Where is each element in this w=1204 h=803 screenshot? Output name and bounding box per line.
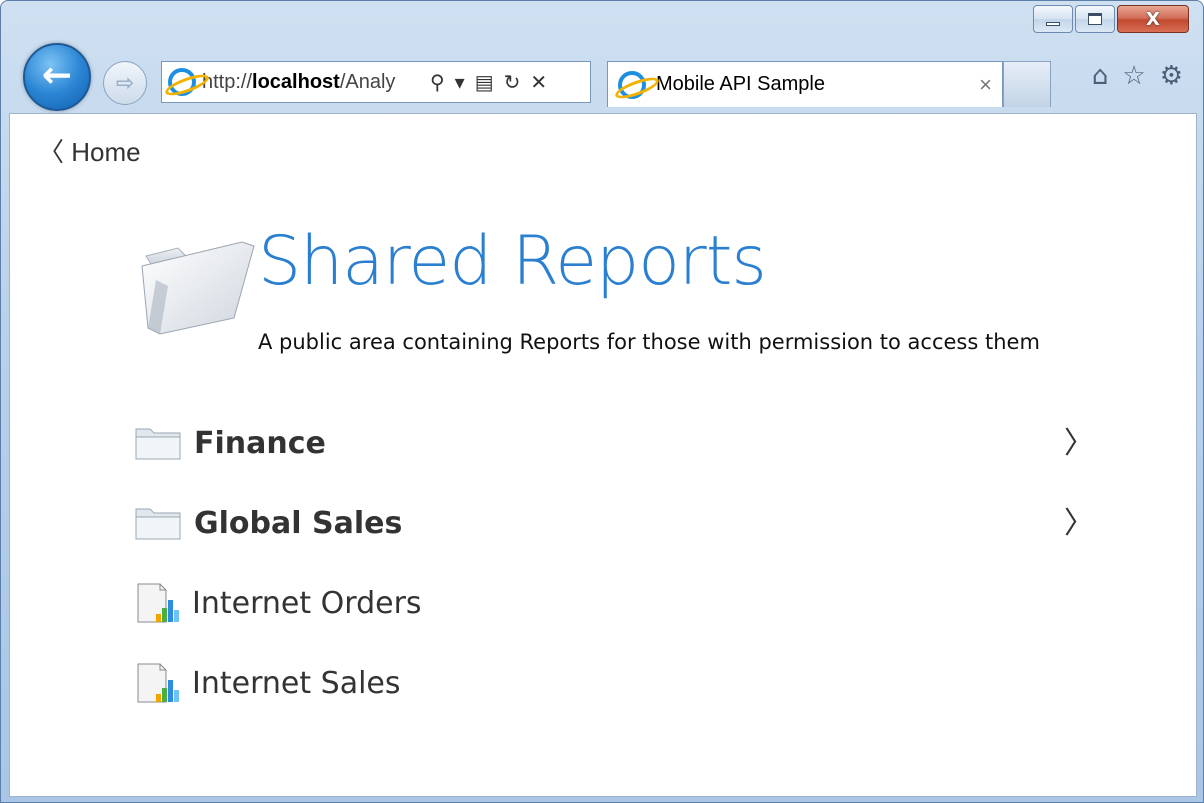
list-item-label: Finance: [194, 425, 326, 461]
address-text[interactable]: http://localhost/Analy: [202, 71, 422, 94]
dropdown-icon[interactable]: ▾: [455, 70, 465, 95]
report-icon: [137, 663, 179, 703]
navigation-bar: ← ⇨ http://localhost/Analy ⚲ ▾ ▤ ↻ ✕ Mob…: [21, 41, 1195, 111]
maximize-button[interactable]: [1075, 5, 1115, 33]
search-icon[interactable]: ⚲: [430, 70, 445, 95]
back-arrow-icon: ←: [41, 54, 73, 96]
refresh-icon[interactable]: ↻: [504, 70, 521, 95]
forward-arrow-icon: ⇨: [115, 70, 135, 96]
page-title: Shared Reports: [258, 222, 767, 301]
favorites-star-icon[interactable]: ☆: [1122, 61, 1145, 91]
forward-button[interactable]: ⇨: [103, 61, 147, 105]
new-tab-button[interactable]: [1003, 61, 1051, 107]
tab-title: Mobile API Sample: [656, 73, 825, 95]
stop-icon[interactable]: ✕: [530, 70, 547, 95]
list-item-label: Internet Sales: [192, 665, 401, 701]
back-button[interactable]: ←: [23, 43, 91, 111]
maximize-icon: [1088, 13, 1102, 25]
folder-icon: [135, 428, 181, 460]
address-bar[interactable]: http://localhost/Analy ⚲ ▾ ▤ ↻ ✕: [161, 61, 591, 103]
tab-ie-logo-icon: [618, 70, 646, 99]
minimize-icon: [1046, 22, 1060, 26]
ie-logo-icon: [168, 68, 196, 96]
home-back-link[interactable]: 〈 Home: [38, 132, 141, 169]
tab-mobile-api-sample[interactable]: Mobile API Sample ×: [607, 61, 1003, 107]
minimize-button[interactable]: [1033, 5, 1073, 33]
close-window-button[interactable]: X: [1117, 5, 1189, 33]
browser-window: X ← ⇨ http://localhost/Analy ⚲ ▾ ▤ ↻ ✕ M…: [0, 0, 1204, 803]
close-icon: X: [1146, 8, 1160, 30]
toolbar-icons: ⌂ ☆ ⚙: [1092, 61, 1183, 91]
list-item-label: Global Sales: [194, 505, 403, 541]
address-actions: ⚲ ▾ ▤ ↻ ✕: [430, 70, 547, 95]
page-content: 〈 Home Shared Reports A public area cont…: [9, 113, 1197, 797]
list-item-internet-orders[interactable]: Internet Orders: [134, 574, 1094, 632]
chevron-right-icon: 〉: [1064, 426, 1094, 461]
settings-gear-icon[interactable]: ⚙: [1160, 61, 1183, 91]
list-item-global-sales[interactable]: Global Sales 〉: [134, 494, 1094, 552]
home-icon[interactable]: ⌂: [1092, 61, 1109, 91]
list-item-finance[interactable]: Finance 〉: [134, 414, 1094, 472]
tab-close-icon[interactable]: ×: [979, 72, 992, 98]
compatibility-view-icon[interactable]: ▤: [475, 70, 494, 95]
address-prefix: http://: [202, 70, 253, 93]
list-item-internet-sales[interactable]: Internet Sales: [134, 654, 1094, 712]
window-controls: X: [1033, 5, 1189, 33]
page-subtitle: A public area containing Reports for tho…: [258, 330, 1040, 354]
folder-icon: [135, 508, 181, 540]
address-path: /Analy: [339, 70, 396, 93]
list-item-label: Internet Orders: [192, 585, 422, 621]
report-icon: [137, 583, 179, 623]
shared-folder-icon: [141, 241, 255, 335]
chevron-right-icon: 〉: [1064, 506, 1094, 541]
address-host: localhost: [252, 70, 340, 93]
